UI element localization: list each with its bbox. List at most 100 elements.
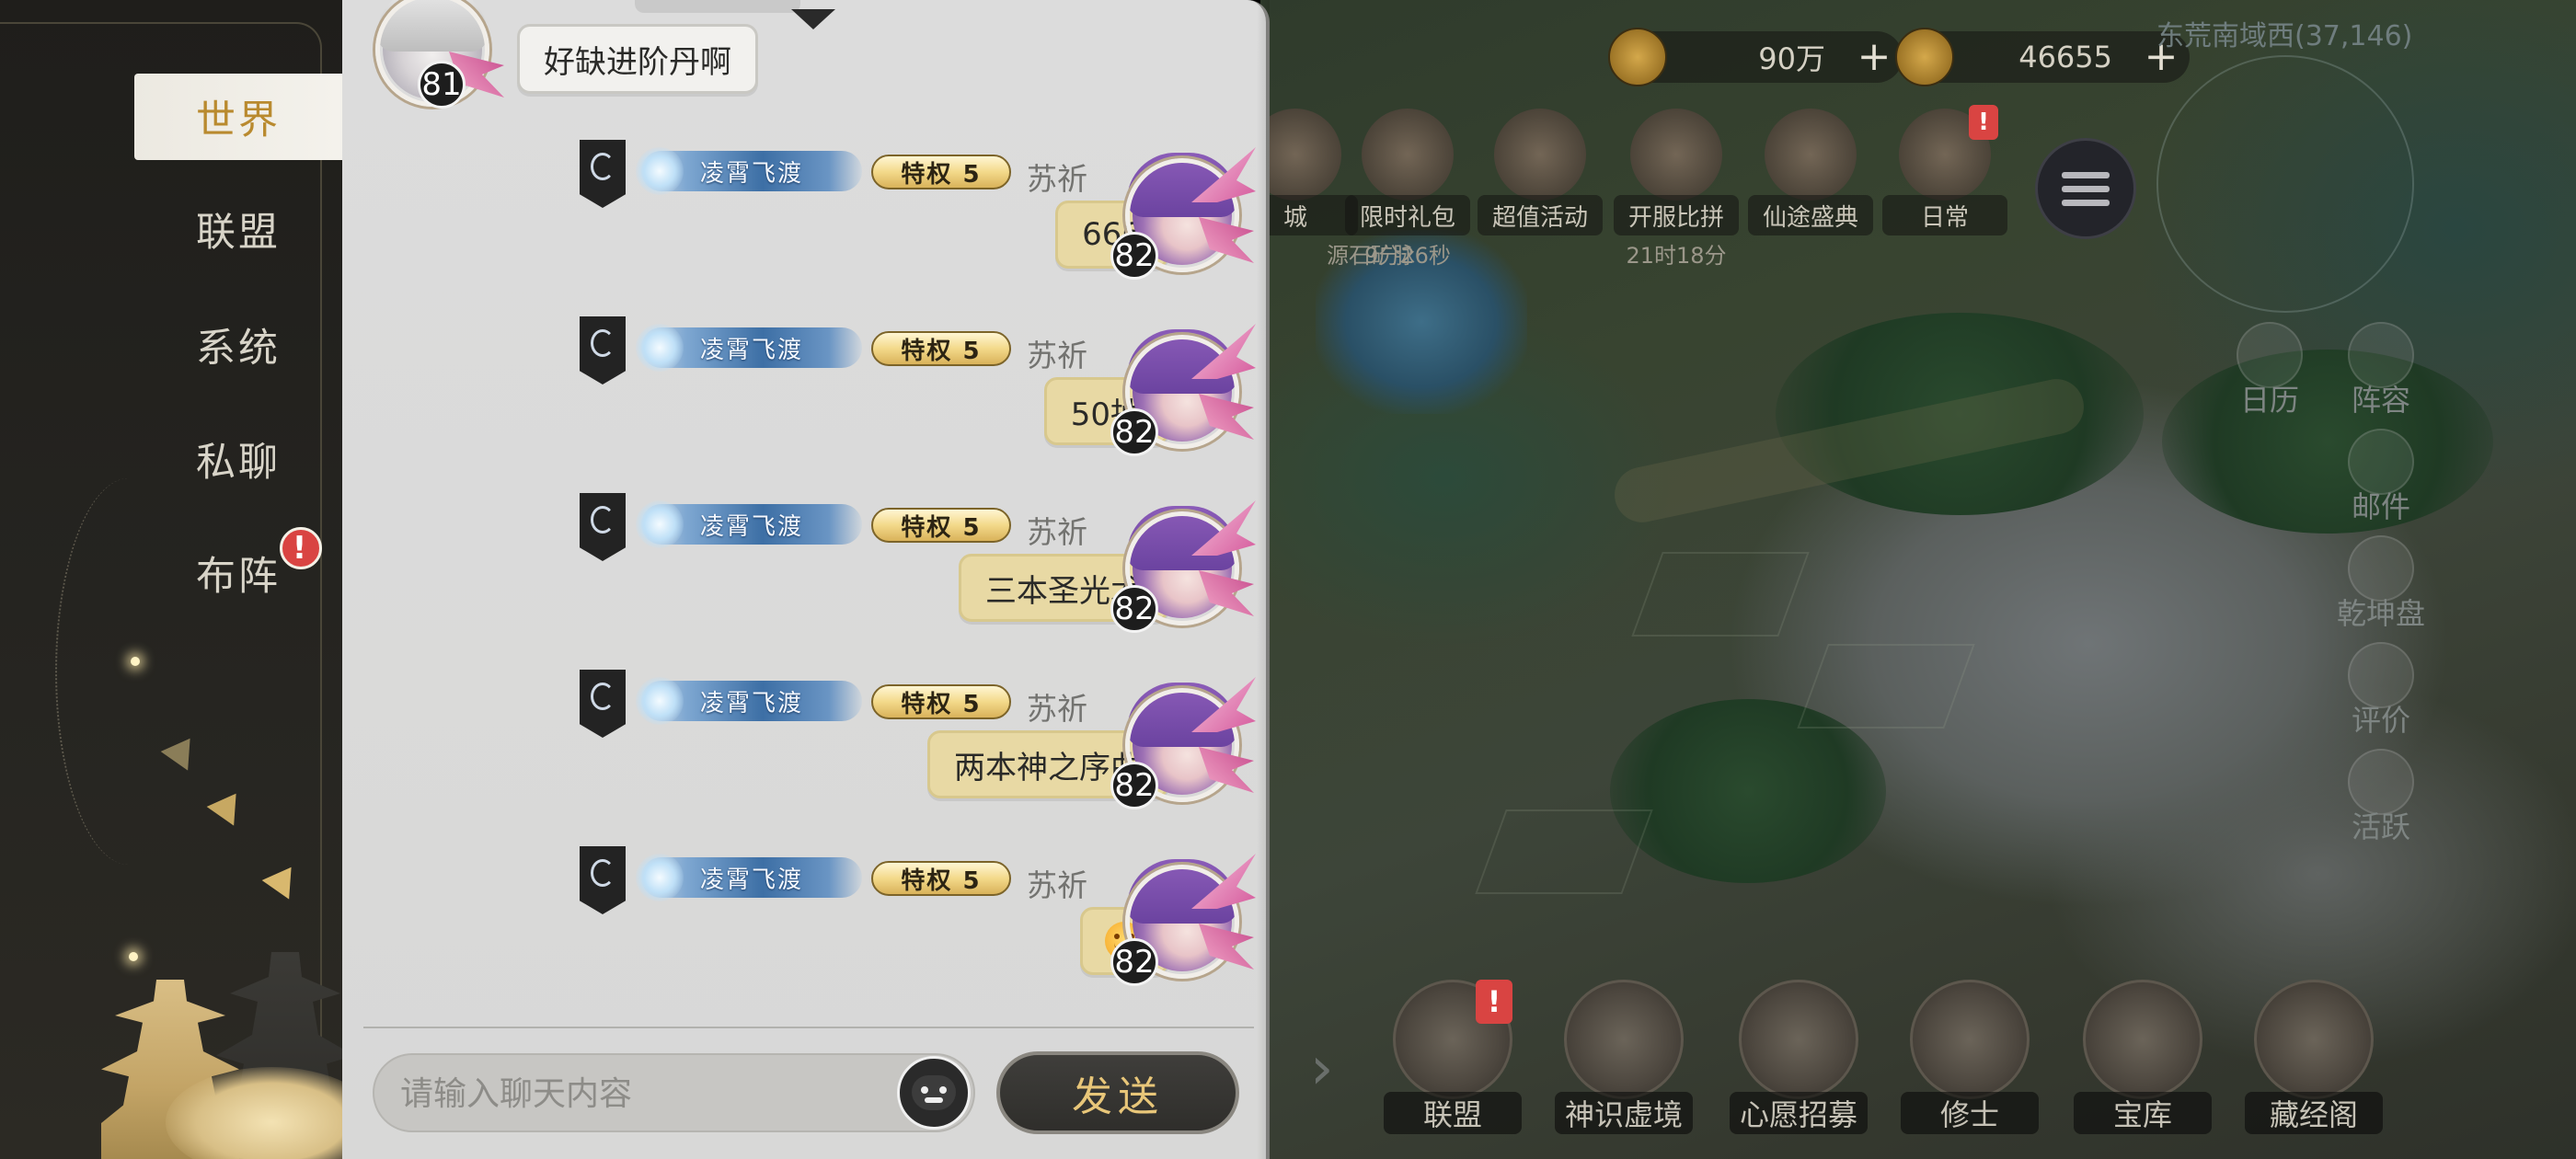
event-label: 限时礼包	[1345, 195, 1470, 235]
event-label: 仙途盛典	[1748, 195, 1873, 235]
tab-label: 布阵	[196, 554, 281, 600]
avatar[interactable]: 82	[1110, 673, 1256, 811]
lion-icon	[1765, 109, 1857, 201]
bottom-label: 神识虚境	[1555, 1092, 1693, 1134]
tab-label: 联盟	[196, 210, 281, 256]
resource-value: 46655	[2018, 40, 2112, 75]
level-badge: 82	[1110, 408, 1158, 456]
orb-icon	[636, 324, 684, 372]
tab-alliance[interactable]: 联盟	[134, 186, 342, 272]
wish-recruit-button[interactable]: 心愿招募	[1720, 980, 1877, 1145]
swirl-emblem	[591, 683, 615, 710]
spirit-realm-button[interactable]: 神识虚境	[1546, 980, 1702, 1145]
coin-icon	[1608, 28, 1667, 86]
cat-face-icon	[912, 1075, 956, 1110]
message-text: 好缺进阶丹啊	[544, 43, 731, 81]
orb-icon	[636, 500, 684, 548]
menu-line	[2062, 171, 2110, 178]
tab-world[interactable]: 世界	[134, 74, 342, 160]
tab-system[interactable]: 系统	[134, 302, 342, 388]
swirl-emblem	[591, 859, 615, 887]
treasury-button[interactable]: 宝库	[2064, 980, 2221, 1145]
message-header-fragment	[635, 0, 800, 13]
tab-private[interactable]: 私聊	[134, 416, 342, 502]
level-badge: 82	[1110, 762, 1158, 809]
sender-name[interactable]: 苏祈	[1027, 861, 1087, 905]
review-button[interactable]: 评价	[2326, 633, 2436, 743]
add-resource-button[interactable]: +	[1857, 37, 1892, 77]
send-button[interactable]: 发送	[996, 1051, 1239, 1134]
bottom-label: 心愿招募	[1730, 1092, 1868, 1134]
sender-name[interactable]: 苏祈	[1027, 684, 1087, 729]
tab-label: 私聊	[196, 440, 281, 486]
mail-button[interactable]: 邮件	[2326, 419, 2436, 530]
cosmos-wheel-button[interactable]: 乾坤盘	[2326, 526, 2436, 637]
side-label: 乾坤盘	[2336, 596, 2425, 631]
chest-icon	[2083, 980, 2202, 1099]
level-badge: 81	[418, 61, 466, 109]
alliance-banner-icon	[580, 316, 626, 384]
main-menu-button[interactable]	[2035, 138, 2136, 239]
chat-message: 81 好缺进阶丹啊	[359, 0, 1003, 120]
vip-badge: 特权 5	[871, 331, 1011, 366]
title-text: 凌霄飞渡	[699, 159, 803, 188]
bottom-label: 宝库	[2074, 1092, 2212, 1134]
orb-icon	[636, 147, 684, 195]
title-badge: 凌霄飞渡	[636, 324, 862, 372]
sender-name[interactable]: 苏祈	[1027, 508, 1087, 552]
vip-badge: 特权 5	[871, 684, 1011, 719]
alliance-button[interactable]: 联盟 !	[1374, 980, 1531, 1145]
avatar[interactable]: 82	[1110, 850, 1256, 988]
chat-channel-sidebar: 世界 联盟 系统 私聊 布阵 !	[0, 0, 377, 1159]
spirit-icon	[1564, 980, 1684, 1099]
level-badge: 82	[1110, 232, 1158, 280]
calendar-button[interactable]: 日历	[2214, 313, 2325, 423]
side-label: 邮件	[2351, 489, 2410, 524]
orb-icon	[636, 677, 684, 725]
cultivator-button[interactable]: 修士	[1892, 980, 2048, 1145]
sparkle-decoration	[129, 952, 138, 961]
sparkle-decoration	[131, 657, 140, 666]
title-text: 凌霄飞渡	[699, 866, 803, 894]
avatar[interactable]: 81	[361, 0, 504, 116]
alliance-banner-icon	[580, 846, 626, 914]
side-label: 日历	[2239, 383, 2299, 418]
level-badge: 82	[1110, 585, 1158, 633]
divider	[363, 1027, 1254, 1028]
alliance-banner-icon	[580, 670, 626, 738]
sender-name[interactable]: 苏祈	[1027, 155, 1087, 199]
chat-panel[interactable]: 81 好缺进阶丹啊 凌霄飞渡 特权 5 苏祈 666 82 凌霄飞渡 特权 5 …	[342, 0, 1270, 1159]
minimap[interactable]	[2156, 55, 2414, 313]
chevron-right-icon[interactable]: ›	[1310, 1035, 1334, 1103]
vip-badge: 特权 5	[871, 155, 1011, 189]
sender-name[interactable]: 苏祈	[1027, 331, 1087, 375]
avatar[interactable]: 82	[1110, 320, 1256, 458]
alert-badge: !	[1969, 105, 1998, 140]
emoji-button[interactable]	[897, 1056, 971, 1130]
tab-formation[interactable]: 布阵 !	[134, 527, 342, 616]
side-label: 活跃	[2351, 809, 2410, 844]
activity-button[interactable]: 活跃	[2326, 740, 2436, 850]
scripture-hall-button[interactable]: 藏经阁	[2236, 980, 2392, 1145]
side-label: 评价	[2351, 703, 2410, 738]
event-label: 开服比拼	[1614, 195, 1739, 235]
chat-input-box[interactable]	[373, 1053, 975, 1132]
avatar[interactable]: 82	[1110, 497, 1256, 635]
bottom-label: 藏经阁	[2245, 1092, 2383, 1134]
event-label: 日常	[1882, 195, 2007, 235]
map-tile	[1475, 809, 1653, 894]
event-label: 超值活动	[1478, 195, 1603, 235]
menu-line	[2062, 185, 2110, 192]
avatar[interactable]: 82	[1110, 143, 1256, 281]
jade-icon	[1895, 28, 1954, 86]
formation-button[interactable]: 阵容	[2326, 313, 2436, 423]
title-badge: 凌霄飞渡	[636, 677, 862, 725]
alert-badge: !	[1476, 980, 1512, 1024]
resource-value: 90万	[1758, 41, 1825, 76]
game-screen: 90万 + 46655 + 东荒南域西(37,146) 城 源石矿脉 限时礼包 …	[0, 0, 2576, 1159]
trophy-icon	[1630, 109, 1722, 201]
swirl-emblem	[591, 153, 615, 180]
chat-input[interactable]	[400, 1068, 879, 1119]
cultivator-icon	[1910, 980, 2030, 1099]
scroll-indicator-icon	[791, 9, 835, 29]
